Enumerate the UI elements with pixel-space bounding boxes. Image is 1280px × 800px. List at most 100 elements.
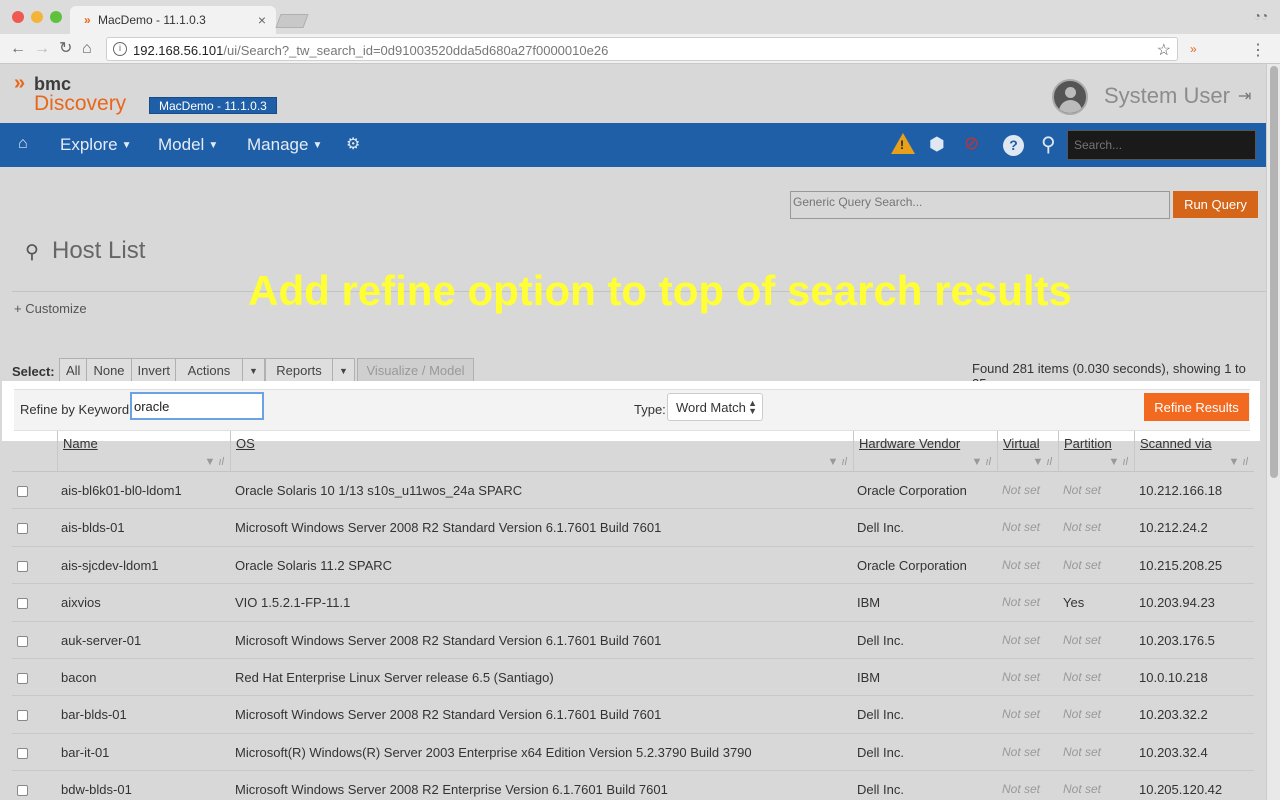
run-query-button[interactable]: Run Query <box>1173 191 1258 218</box>
cell-os: Oracle Solaris 10 1/13 s10s_u11wos_24a S… <box>235 483 523 498</box>
bookmark-star-icon[interactable]: ☆ <box>1157 40 1171 60</box>
annotation-overlay: Add refine option to top of search resul… <box>248 267 1072 314</box>
cell-partition: Not set <box>1063 744 1102 759</box>
maximize-window-button[interactable] <box>50 11 62 23</box>
row-checkbox[interactable] <box>17 747 28 759</box>
help-icon[interactable]: ? <box>1003 135 1024 156</box>
row-checkbox[interactable] <box>17 523 28 535</box>
browser-tab[interactable]: » MacDemo - 11.1.0.3 × <box>70 6 276 34</box>
cell-scanned: 10.0.10.218 <box>1139 669 1208 685</box>
logout-icon[interactable]: ⇥ <box>1238 86 1251 106</box>
col-os[interactable]: OS ▼ ıl <box>230 431 853 472</box>
select-arrows-icon: ▲ ▼ <box>748 398 757 416</box>
avatar-body <box>1059 100 1082 113</box>
cell-scanned: 10.203.32.4 <box>1139 744 1208 760</box>
cell-os: VIO 1.5.2.1-FP-11.1 <box>235 595 351 611</box>
extension-icon[interactable]: » <box>1190 42 1197 56</box>
cell-name[interactable]: ais-bl6k01-bl0-ldom1 <box>61 483 182 498</box>
cell-name[interactable]: bacon <box>61 670 96 685</box>
warning-icon[interactable]: ! <box>891 133 915 154</box>
caret-down-icon: ▼ <box>312 140 323 151</box>
col-scanned-label[interactable]: Scanned via <box>1140 436 1212 451</box>
filter-icon[interactable]: ▼ ıl <box>972 456 991 468</box>
row-checkbox[interactable] <box>17 635 28 647</box>
cell-name[interactable]: ais-sjcdev-ldom1 <box>61 558 159 573</box>
nav-model[interactable]: Model ▼ <box>158 135 218 155</box>
user-avatar[interactable] <box>1052 79 1088 115</box>
generic-query-input[interactable] <box>790 191 1170 219</box>
scrollbar-thumb[interactable] <box>1270 66 1278 478</box>
row-checkbox[interactable] <box>17 672 28 684</box>
row-checkbox[interactable] <box>17 486 28 497</box>
forward-arrow-icon[interactable]: → <box>34 40 50 58</box>
cell-name[interactable]: bdw-blds-01 <box>61 782 132 797</box>
cell-virtual: Not set <box>1002 483 1041 497</box>
cell-name[interactable]: bar-blds-01 <box>61 707 127 722</box>
cell-name[interactable]: ais-blds-01 <box>61 520 125 535</box>
table-row[interactable]: ais-blds-01 Microsoft Windows Server 200… <box>12 509 1254 547</box>
username[interactable]: System User <box>1104 83 1230 109</box>
close-tab-icon[interactable]: × <box>258 12 266 28</box>
cell-os: Microsoft Windows Server 2008 R2 Standar… <box>235 520 662 536</box>
col-os-label[interactable]: OS <box>236 436 255 451</box>
refine-results-button[interactable]: Refine Results <box>1144 393 1249 421</box>
select-label: Select: <box>12 364 55 379</box>
back-arrow-icon[interactable]: ← <box>10 40 26 58</box>
cubes-icon[interactable]: ⬢ <box>929 134 945 155</box>
table-row[interactable]: bacon Red Hat Enterprise Linux Server re… <box>12 659 1254 697</box>
table-row[interactable]: auk-server-01 Microsoft Windows Server 2… <box>12 622 1254 659</box>
minimize-window-button[interactable] <box>31 11 43 23</box>
col-partition-label[interactable]: Partition <box>1064 436 1112 451</box>
app-header: » bmc Discovery MacDemo - 11.1.0.3 Syste… <box>0 64 1280 123</box>
home-icon[interactable]: ⌂ <box>18 135 28 153</box>
cell-name[interactable]: bar-it-01 <box>61 745 109 760</box>
site-info-icon[interactable]: i <box>113 42 127 56</box>
col-partition[interactable]: Partition ▼ ıl <box>1058 431 1134 472</box>
cell-os: Microsoft Windows Server 2008 R2 Standar… <box>235 707 662 723</box>
col-name-label[interactable]: Name <box>63 436 98 451</box>
filter-icon[interactable]: ▼ ıl <box>205 456 224 468</box>
col-vendor-label[interactable]: Hardware Vendor <box>859 436 960 451</box>
row-checkbox[interactable] <box>17 785 28 797</box>
reload-icon[interactable]: ↻ <box>59 40 72 58</box>
close-window-button[interactable] <box>12 11 24 23</box>
cell-scanned: 10.205.120.42 <box>1139 782 1223 798</box>
row-checkbox[interactable] <box>17 560 28 572</box>
home-icon[interactable]: ⌂ <box>82 40 92 58</box>
nav-manage[interactable]: Manage ▼ <box>247 135 322 155</box>
global-search-input[interactable] <box>1067 130 1256 160</box>
browser-menu-icon[interactable]: ⋮ <box>1250 40 1266 60</box>
table-row[interactable]: ais-sjcdev-ldom1 Oracle Solaris 11.2 SPA… <box>12 547 1254 585</box>
address-bar[interactable]: i 192.168.56.101/ui/Search?_tw_search_id… <box>106 37 1178 61</box>
col-name[interactable]: Name ▼ ıl <box>57 431 230 472</box>
search-icon: ⚲ <box>25 242 39 263</box>
filter-icon[interactable]: ▼ ıl <box>1229 456 1248 468</box>
filter-icon[interactable]: ▼ ıl <box>1033 456 1052 468</box>
table-row[interactable]: ais-bl6k01-bl0-ldom1 Oracle Solaris 10 1… <box>12 472 1254 510</box>
search-icon[interactable]: ⚲ <box>1041 132 1056 157</box>
refine-keyword-input[interactable] <box>130 392 264 420</box>
page-scrollbar[interactable] <box>1266 64 1280 800</box>
cell-name[interactable]: auk-server-01 <box>61 633 141 648</box>
col-vendor[interactable]: Hardware Vendor ▼ ıl <box>853 431 997 472</box>
new-tab-button[interactable] <box>275 14 309 28</box>
gear-icon[interactable]: ⚙ <box>346 134 360 154</box>
filter-icon[interactable]: ▼ ıl <box>828 456 847 468</box>
table-row[interactable]: bar-it-01 Microsoft(R) Windows(R) Server… <box>12 734 1254 772</box>
cell-virtual: Not set <box>1002 520 1041 535</box>
table-row[interactable]: bdw-blds-01 Microsoft Windows Server 200… <box>12 771 1254 800</box>
table-row[interactable]: aixvios VIO 1.5.2.1-FP-11.1 IBM Not set … <box>12 584 1254 622</box>
nav-explore[interactable]: Explore ▼ <box>60 135 132 155</box>
col-virtual-label[interactable]: Virtual <box>1003 436 1040 451</box>
col-virtual[interactable]: Virtual ▼ ıl <box>997 431 1058 472</box>
discovery-status-icon[interactable]: ⊘ <box>964 133 979 154</box>
col-scanned[interactable]: Scanned via ▼ ıl <box>1134 431 1254 472</box>
row-checkbox[interactable] <box>17 710 28 722</box>
cell-name[interactable]: aixvios <box>61 595 101 610</box>
table-row[interactable]: bar-blds-01 Microsoft Windows Server 200… <box>12 696 1254 734</box>
filter-icon[interactable]: ▼ ıl <box>1109 456 1128 468</box>
caret-down-icon: ▼ <box>208 140 219 151</box>
profile-icon[interactable]: ◔◔ <box>1254 9 1269 23</box>
row-checkbox[interactable] <box>17 598 28 610</box>
match-type-select[interactable]: Word Match ▲ ▼ <box>667 393 763 421</box>
